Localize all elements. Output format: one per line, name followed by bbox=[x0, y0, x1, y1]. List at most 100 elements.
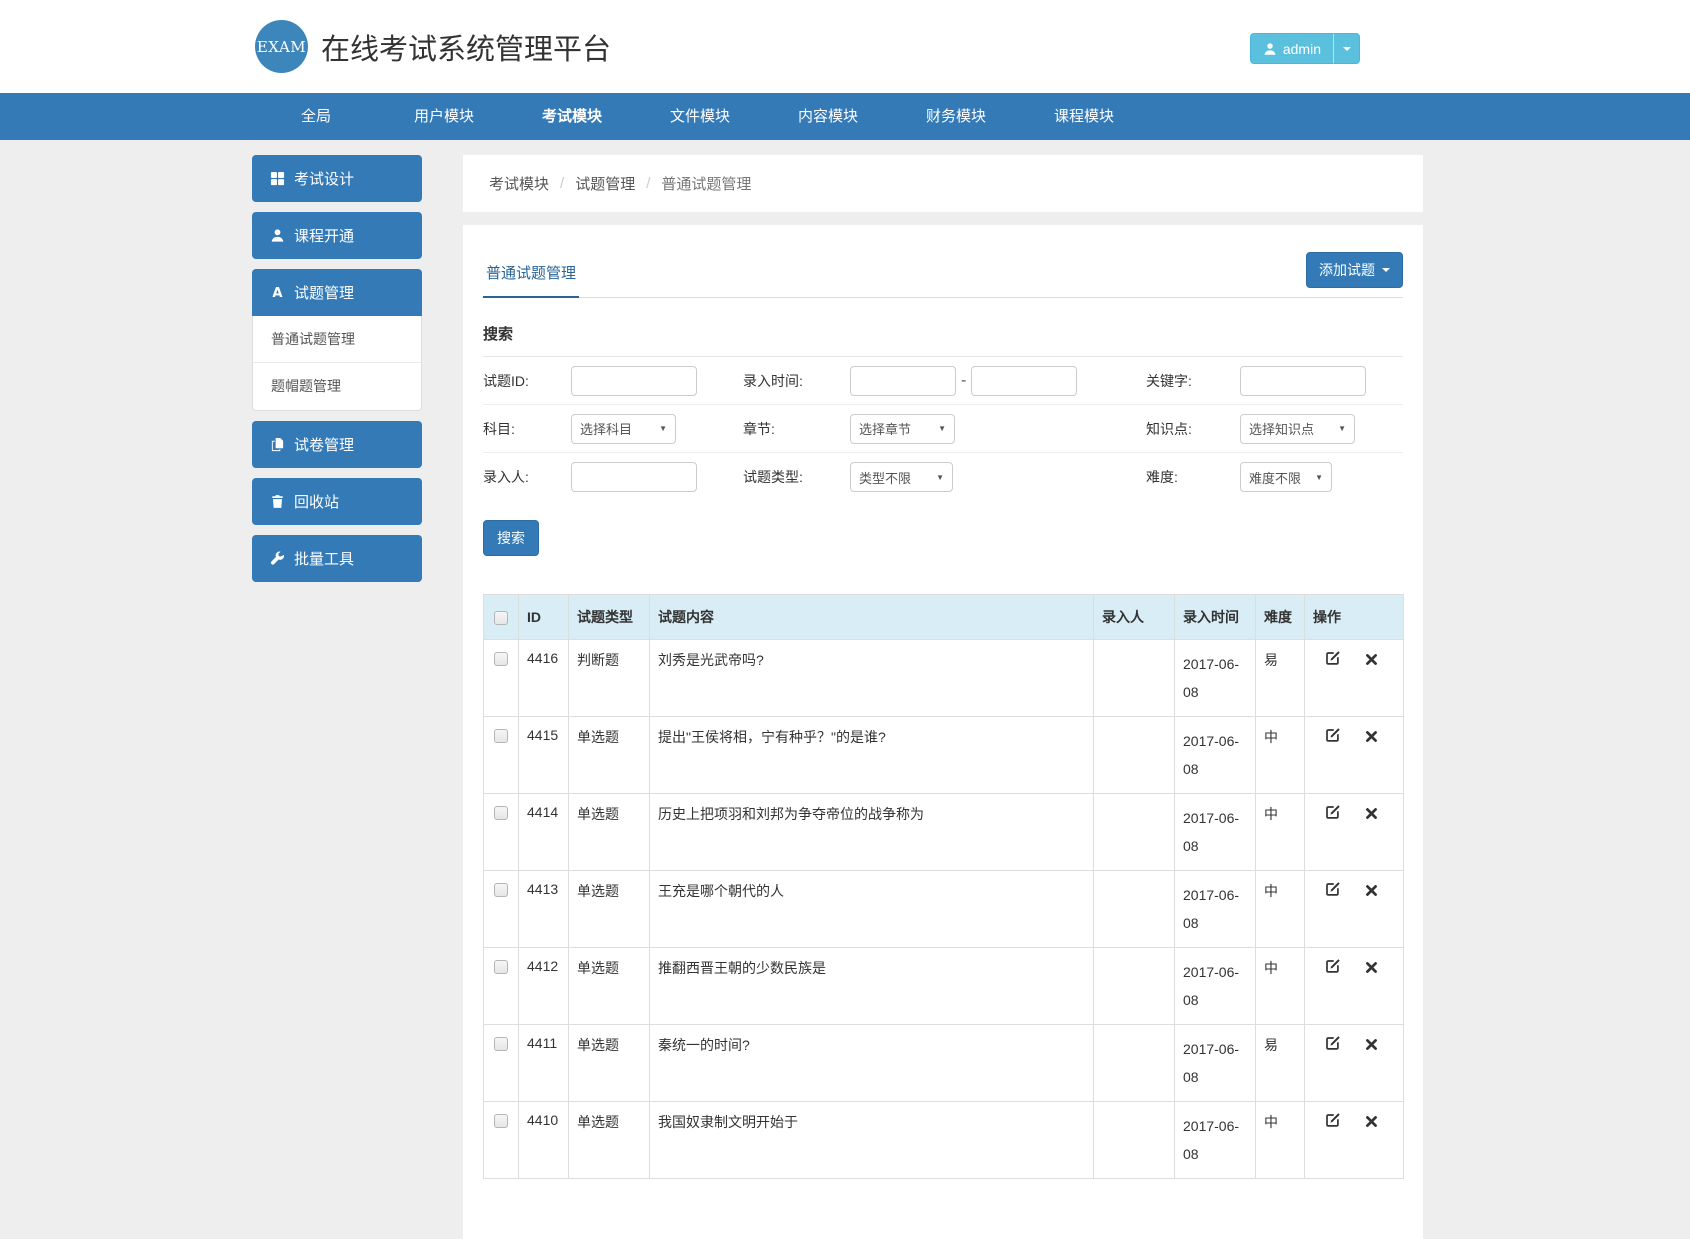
search-field: 关键字: bbox=[1146, 366, 1403, 396]
breadcrumb-item[interactable]: 考试模块 bbox=[489, 173, 549, 194]
breadcrumb-item[interactable]: 试题管理 bbox=[575, 173, 635, 194]
search-button[interactable]: 搜索 bbox=[483, 520, 539, 556]
nav-item[interactable]: 财务模块 bbox=[892, 93, 1020, 140]
select-value: 选择知识点 bbox=[1249, 419, 1314, 438]
add-question-button[interactable]: 添加试题 bbox=[1306, 252, 1403, 288]
caret-down-icon: ▼ bbox=[1315, 473, 1323, 482]
nav-item[interactable]: 用户模块 bbox=[380, 93, 508, 140]
row-checkbox[interactable] bbox=[494, 806, 508, 820]
user-dropdown-toggle[interactable] bbox=[1333, 33, 1360, 64]
edit-icon bbox=[1325, 1115, 1341, 1131]
close-icon bbox=[1365, 1115, 1378, 1131]
caret-down-icon: ▼ bbox=[936, 473, 944, 482]
edit-button[interactable] bbox=[1325, 727, 1341, 745]
nav-item[interactable]: 考试模块 bbox=[508, 93, 636, 140]
question-type-cell: 单选题 bbox=[569, 948, 650, 1025]
edit-button[interactable] bbox=[1325, 650, 1341, 668]
actions-cell bbox=[1305, 1102, 1404, 1179]
user-icon bbox=[269, 228, 285, 244]
entered-by-cell bbox=[1094, 1025, 1175, 1102]
files-icon bbox=[269, 437, 285, 453]
nav-item[interactable]: 文件模块 bbox=[636, 93, 764, 140]
row-checkbox-cell bbox=[484, 871, 519, 948]
search-field: 录入时间:- bbox=[743, 366, 1146, 396]
table-row: 4411单选题秦统一的时间?2017-06-08易 bbox=[484, 1025, 1404, 1102]
row-checkbox[interactable] bbox=[494, 883, 508, 897]
question-content-cell: 推翻西晋王朝的少数民族是 bbox=[650, 948, 1094, 1025]
question-id-cell: 4413 bbox=[519, 871, 569, 948]
close-icon bbox=[1365, 653, 1378, 669]
column-header: 难度 bbox=[1256, 595, 1305, 640]
delete-button[interactable] bbox=[1365, 1115, 1378, 1130]
edit-button[interactable] bbox=[1325, 881, 1341, 899]
search-field: 难度:难度不限▼ bbox=[1146, 462, 1403, 492]
sidebar: 考试设计课程开通 A试题管理普通试题管理题帽题管理试卷管理回收站批量工具 bbox=[252, 155, 422, 592]
search-field: 试题ID: bbox=[483, 366, 743, 396]
row-checkbox-cell bbox=[484, 640, 519, 717]
text-input[interactable] bbox=[571, 366, 697, 396]
field-label: 科目: bbox=[483, 419, 571, 439]
select-dropdown[interactable]: 类型不限▼ bbox=[850, 462, 953, 492]
question-type-cell: 单选题 bbox=[569, 794, 650, 871]
edit-button[interactable] bbox=[1325, 804, 1341, 822]
select-all-cell bbox=[484, 595, 519, 640]
delete-button[interactable] bbox=[1365, 653, 1378, 668]
search-heading: 搜索 bbox=[483, 323, 1403, 357]
sidebar-item[interactable]: 批量工具 bbox=[252, 535, 422, 582]
edit-icon bbox=[1325, 730, 1341, 746]
sidebar-item-label: 批量工具 bbox=[294, 548, 354, 569]
select-all-checkbox[interactable] bbox=[494, 611, 508, 625]
edit-button[interactable] bbox=[1325, 1112, 1341, 1130]
date-from-input[interactable] bbox=[850, 366, 956, 396]
content: 考试设计课程开通A试题管理普通试题管理题帽题管理试卷管理回收站批量工具 考试模块… bbox=[0, 140, 1690, 1239]
sidebar-subitem[interactable]: 普通试题管理 bbox=[253, 316, 421, 363]
close-icon bbox=[1365, 961, 1378, 977]
sidebar-item[interactable]: A试题管理 bbox=[252, 269, 422, 316]
text-input[interactable] bbox=[1240, 366, 1366, 396]
user-icon bbox=[1263, 42, 1277, 56]
delete-button[interactable] bbox=[1365, 1038, 1378, 1053]
field-label: 关键字: bbox=[1146, 371, 1240, 391]
sidebar-item[interactable]: 考试设计 bbox=[252, 155, 422, 202]
delete-button[interactable] bbox=[1365, 807, 1378, 822]
column-header: 操作 bbox=[1305, 595, 1404, 640]
delete-button[interactable] bbox=[1365, 884, 1378, 899]
user-button[interactable]: admin bbox=[1250, 33, 1333, 64]
select-dropdown[interactable]: 难度不限▼ bbox=[1240, 462, 1332, 492]
date-to-input[interactable] bbox=[971, 366, 1077, 396]
row-checkbox[interactable] bbox=[494, 960, 508, 974]
question-id-cell: 4412 bbox=[519, 948, 569, 1025]
delete-button[interactable] bbox=[1365, 961, 1378, 976]
select-value: 选择科目 bbox=[580, 419, 632, 438]
text-input[interactable] bbox=[571, 462, 697, 492]
actions-cell bbox=[1305, 794, 1404, 871]
nav-item[interactable]: 全局 bbox=[252, 93, 380, 140]
row-checkbox[interactable] bbox=[494, 652, 508, 666]
question-type-cell: 单选题 bbox=[569, 1102, 650, 1179]
sidebar-subitem[interactable]: 题帽题管理 bbox=[253, 363, 421, 410]
select-dropdown[interactable]: 选择知识点▼ bbox=[1240, 414, 1355, 444]
row-checkbox[interactable] bbox=[494, 1037, 508, 1051]
select-dropdown[interactable]: 选择章节▼ bbox=[850, 414, 955, 444]
question-type-cell: 单选题 bbox=[569, 1025, 650, 1102]
edit-icon bbox=[1325, 653, 1341, 669]
select-dropdown[interactable]: 选择科目▼ bbox=[571, 414, 676, 444]
delete-button[interactable] bbox=[1365, 730, 1378, 745]
svg-text:A: A bbox=[272, 286, 283, 300]
search-field: 试题类型:类型不限▼ bbox=[743, 462, 1146, 492]
table-row: 4415单选题提出"王侯将相，宁有种乎？"的是谁?2017-06-08中 bbox=[484, 717, 1404, 794]
sidebar-item[interactable]: 回收站 bbox=[252, 478, 422, 525]
main-column: 考试模块/试题管理/普通试题管理 普通试题管理 添加试题 搜索 试题ID:录入时… bbox=[463, 155, 1423, 1239]
question-type-cell: 单选题 bbox=[569, 871, 650, 948]
row-checkbox[interactable] bbox=[494, 729, 508, 743]
entry-date-cell: 2017-06-08 bbox=[1175, 717, 1256, 794]
edit-button[interactable] bbox=[1325, 1035, 1341, 1053]
nav-item[interactable]: 课程模块 bbox=[1020, 93, 1148, 140]
nav-item[interactable]: 内容模块 bbox=[764, 93, 892, 140]
tab-common-question-mgmt[interactable]: 普通试题管理 bbox=[483, 262, 579, 298]
main-navbar: 全局用户模块考试模块文件模块内容模块财务模块课程模块 bbox=[0, 93, 1690, 140]
row-checkbox[interactable] bbox=[494, 1114, 508, 1128]
edit-button[interactable] bbox=[1325, 958, 1341, 976]
sidebar-item[interactable]: 课程开通 bbox=[252, 212, 422, 259]
sidebar-item[interactable]: 试卷管理 bbox=[252, 421, 422, 468]
